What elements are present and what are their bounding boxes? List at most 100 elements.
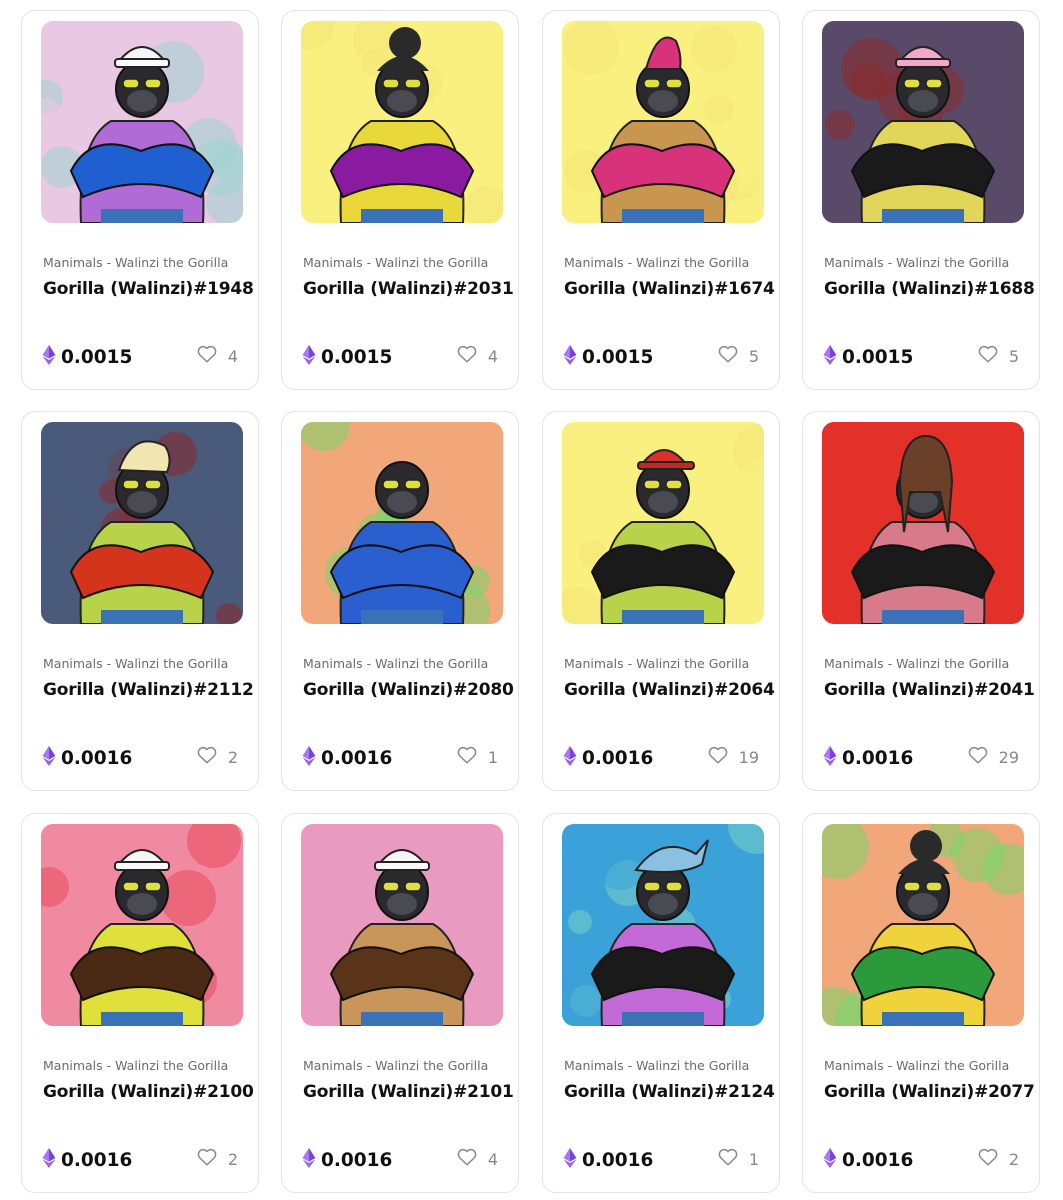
ethereum-icon bbox=[563, 345, 577, 369]
heart-icon bbox=[197, 746, 217, 768]
price: 0.0016 bbox=[42, 1148, 132, 1172]
nft-title[interactable]: Gorilla (Walinzi)#2112 bbox=[43, 680, 254, 700]
heart-icon bbox=[708, 746, 728, 768]
price: 0.0015 bbox=[302, 345, 392, 369]
nft-title[interactable]: Gorilla (Walinzi)#2124 bbox=[564, 1082, 775, 1102]
price: 0.0015 bbox=[42, 345, 132, 369]
price: 0.0016 bbox=[823, 1148, 913, 1172]
nft-title[interactable]: Gorilla (Walinzi)#2100 bbox=[43, 1082, 254, 1102]
nft-card[interactable]: Manimals - Walinzi the Gorilla Gorilla (… bbox=[802, 813, 1040, 1193]
like-count: 29 bbox=[998, 747, 1019, 767]
nft-title[interactable]: Gorilla (Walinzi)#1688 bbox=[824, 279, 1035, 299]
collection-name: Manimals - Walinzi the Gorilla bbox=[303, 1058, 489, 1073]
nft-image[interactable] bbox=[301, 422, 503, 624]
price-value: 0.0016 bbox=[582, 1149, 654, 1171]
nft-title[interactable]: Gorilla (Walinzi)#2064 bbox=[564, 680, 775, 700]
nft-title[interactable]: Gorilla (Walinzi)#2080 bbox=[303, 680, 514, 700]
price: 0.0015 bbox=[563, 345, 653, 369]
like-count: 5 bbox=[748, 346, 759, 366]
heart-icon bbox=[197, 345, 217, 367]
like-button[interactable]: 2 bbox=[978, 1148, 1019, 1170]
like-button[interactable]: 2 bbox=[197, 1148, 238, 1170]
nft-image[interactable] bbox=[301, 21, 503, 223]
like-count: 2 bbox=[227, 747, 238, 767]
like-button[interactable]: 4 bbox=[197, 345, 238, 367]
nft-card[interactable]: Manimals - Walinzi the Gorilla Gorilla (… bbox=[21, 813, 259, 1193]
nft-card[interactable]: Manimals - Walinzi the Gorilla Gorilla (… bbox=[21, 10, 259, 390]
ethereum-icon bbox=[823, 1148, 837, 1172]
like-count: 4 bbox=[487, 346, 498, 366]
like-button[interactable]: 4 bbox=[457, 345, 498, 367]
price: 0.0016 bbox=[42, 746, 132, 770]
heart-icon bbox=[968, 746, 988, 768]
price: 0.0016 bbox=[302, 1148, 392, 1172]
like-button[interactable]: 4 bbox=[457, 1148, 498, 1170]
ethereum-icon bbox=[42, 746, 56, 770]
nft-image[interactable] bbox=[822, 824, 1024, 1026]
collection-name: Manimals - Walinzi the Gorilla bbox=[43, 1058, 229, 1073]
nft-card[interactable]: Manimals - Walinzi the Gorilla Gorilla (… bbox=[281, 10, 519, 390]
collection-name: Manimals - Walinzi the Gorilla bbox=[824, 656, 1010, 671]
ethereum-icon bbox=[563, 1148, 577, 1172]
collection-name: Manimals - Walinzi the Gorilla bbox=[564, 656, 750, 671]
price-value: 0.0015 bbox=[582, 346, 654, 368]
nft-card[interactable]: Manimals - Walinzi the Gorilla Gorilla (… bbox=[542, 813, 780, 1193]
nft-title[interactable]: Gorilla (Walinzi)#2101 bbox=[303, 1082, 514, 1102]
nft-image[interactable] bbox=[562, 824, 764, 1026]
like-button[interactable]: 2 bbox=[197, 746, 238, 768]
nft-image[interactable] bbox=[301, 824, 503, 1026]
heart-icon bbox=[978, 345, 998, 367]
nft-title[interactable]: Gorilla (Walinzi)#2041 bbox=[824, 680, 1035, 700]
collection-name: Manimals - Walinzi the Gorilla bbox=[824, 255, 1010, 270]
nft-title[interactable]: Gorilla (Walinzi)#2077 bbox=[824, 1082, 1035, 1102]
like-button[interactable]: 5 bbox=[718, 345, 759, 367]
nft-card[interactable]: Manimals - Walinzi the Gorilla Gorilla (… bbox=[542, 411, 780, 791]
collection-name: Manimals - Walinzi the Gorilla bbox=[564, 1058, 750, 1073]
like-button[interactable]: 29 bbox=[968, 746, 1019, 768]
like-count: 2 bbox=[227, 1149, 238, 1169]
price: 0.0016 bbox=[563, 1148, 653, 1172]
nft-card[interactable]: Manimals - Walinzi the Gorilla Gorilla (… bbox=[802, 411, 1040, 791]
nft-image[interactable] bbox=[562, 21, 764, 223]
price: 0.0016 bbox=[823, 746, 913, 770]
ethereum-icon bbox=[302, 345, 316, 369]
ethereum-icon bbox=[823, 746, 837, 770]
price-value: 0.0016 bbox=[61, 747, 133, 769]
ethereum-icon bbox=[42, 1148, 56, 1172]
ethereum-icon bbox=[302, 746, 316, 770]
collection-name: Manimals - Walinzi the Gorilla bbox=[303, 656, 489, 671]
nft-card[interactable]: Manimals - Walinzi the Gorilla Gorilla (… bbox=[281, 411, 519, 791]
price: 0.0016 bbox=[563, 746, 653, 770]
price: 0.0015 bbox=[823, 345, 913, 369]
nft-card[interactable]: Manimals - Walinzi the Gorilla Gorilla (… bbox=[542, 10, 780, 390]
like-count: 4 bbox=[227, 346, 238, 366]
collection-name: Manimals - Walinzi the Gorilla bbox=[303, 255, 489, 270]
like-count: 2 bbox=[1008, 1149, 1019, 1169]
nft-image[interactable] bbox=[562, 422, 764, 624]
like-count: 4 bbox=[487, 1149, 498, 1169]
like-button[interactable]: 19 bbox=[708, 746, 759, 768]
like-button[interactable]: 5 bbox=[978, 345, 1019, 367]
nft-title[interactable]: Gorilla (Walinzi)#1948 bbox=[43, 279, 254, 299]
nft-image[interactable] bbox=[822, 422, 1024, 624]
nft-grid: Manimals - Walinzi the Gorilla Gorilla (… bbox=[0, 0, 1063, 1200]
nft-image[interactable] bbox=[41, 21, 243, 223]
nft-card[interactable]: Manimals - Walinzi the Gorilla Gorilla (… bbox=[21, 411, 259, 791]
price-value: 0.0016 bbox=[321, 747, 393, 769]
price-value: 0.0016 bbox=[842, 1149, 914, 1171]
nft-card[interactable]: Manimals - Walinzi the Gorilla Gorilla (… bbox=[802, 10, 1040, 390]
like-count: 19 bbox=[738, 747, 759, 767]
like-button[interactable]: 1 bbox=[718, 1148, 759, 1170]
price-value: 0.0016 bbox=[582, 747, 654, 769]
nft-card[interactable]: Manimals - Walinzi the Gorilla Gorilla (… bbox=[281, 813, 519, 1193]
nft-image[interactable] bbox=[41, 422, 243, 624]
ethereum-icon bbox=[823, 345, 837, 369]
like-button[interactable]: 1 bbox=[457, 746, 498, 768]
like-count: 1 bbox=[487, 747, 498, 767]
nft-title[interactable]: Gorilla (Walinzi)#2031 bbox=[303, 279, 514, 299]
nft-title[interactable]: Gorilla (Walinzi)#1674 bbox=[564, 279, 775, 299]
price-value: 0.0015 bbox=[842, 346, 914, 368]
nft-image[interactable] bbox=[41, 824, 243, 1026]
nft-image[interactable] bbox=[822, 21, 1024, 223]
collection-name: Manimals - Walinzi the Gorilla bbox=[43, 656, 229, 671]
